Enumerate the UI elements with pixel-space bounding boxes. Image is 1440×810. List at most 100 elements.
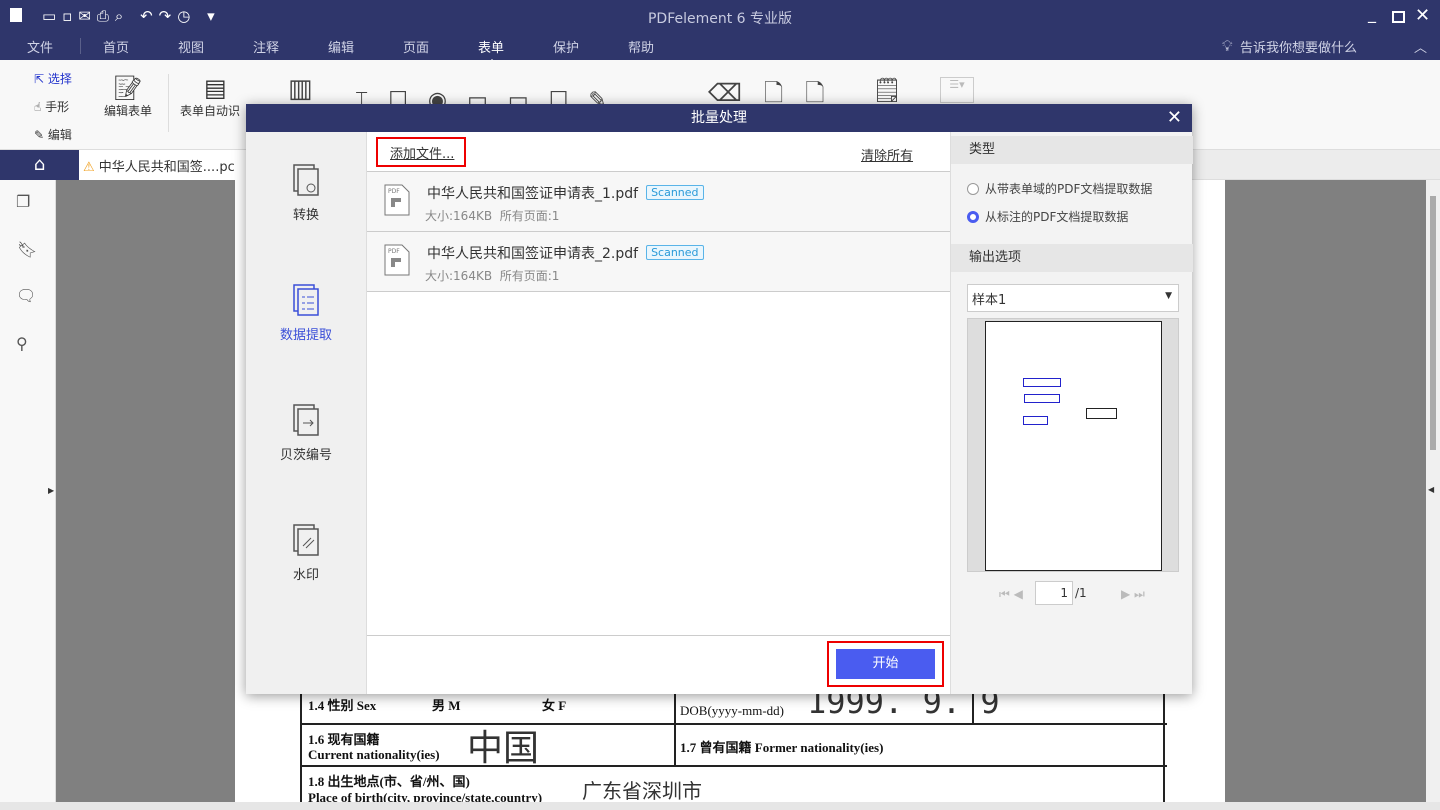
start-button[interactable]: 开始 [836, 649, 935, 679]
nav-convert-label: 转换 [292, 208, 319, 223]
maximize-button[interactable] [1392, 11, 1405, 23]
pdf-file-icon: PDF [384, 244, 410, 276]
hand-icon: ☝ [34, 100, 42, 114]
menu-protect[interactable]: 保护 [553, 37, 579, 56]
file-list-toolbar: 添加文件... 清除所有 [367, 132, 951, 172]
menu-home[interactable]: 首页 [103, 37, 129, 56]
edit-label: 编辑 [47, 128, 72, 142]
add-files-highlight: 添加文件... [376, 137, 467, 167]
menu-comment[interactable]: 注释 [253, 37, 279, 56]
document-tab-label: 中华人民共和国签....pc [98, 160, 235, 175]
expand-sidebar-icon[interactable]: ▶ [48, 486, 54, 495]
file-size: 大小:164KB [425, 209, 493, 223]
dialog-close-button[interactable]: ✕ [1167, 104, 1182, 132]
collapse-ribbon-icon[interactable]: ︿ [1414, 37, 1427, 56]
form-male-option: 男 M [432, 698, 461, 713]
page-current: 1 [1060, 586, 1068, 600]
template-select[interactable]: 样本1 ▼ [967, 284, 1179, 312]
page-total: /1 [1075, 586, 1087, 600]
form-birth-cn: 1.8 出生地点(市、省/州、国) [308, 774, 470, 789]
hand-label: 手形 [45, 100, 70, 114]
data-extract-icon[interactable]: 🗒︎ [872, 76, 902, 104]
dialog-header: 批量处理 ✕ [246, 104, 1192, 132]
radio-form-fields-label: 从带表单域的PDF文档提取数据 [985, 182, 1153, 196]
select-label: 选择 [47, 72, 72, 86]
menu-file[interactable]: 文件 [27, 37, 53, 56]
home-icon: ⌂ [33, 154, 46, 175]
dialog-title: 批量处理 [691, 110, 747, 126]
minimize-button[interactable]: _ [1368, 4, 1376, 23]
close-window-button[interactable]: ✕ [1415, 5, 1430, 26]
comment-icon[interactable]: 🗨︎ [16, 286, 36, 305]
form-birth-value: 广东省深圳市 [582, 781, 702, 803]
bookmark-icon[interactable]: 🔖︎ [17, 240, 37, 259]
file-name: 中华人民共和国签证申请表_1.pdf [427, 186, 639, 202]
file-item[interactable]: PDF 中华人民共和国签证申请表_1.pdf Scanned 大小:164KB 所… [367, 172, 951, 232]
menu-page[interactable]: 页面 [403, 37, 429, 56]
nav-data-extract[interactable]: 数据提取 [246, 284, 366, 343]
file-pages: 所有页面:1 [499, 269, 560, 283]
left-sidebar: ❐ 🔖︎ 🗨︎ ⚲ ▶ [0, 180, 56, 810]
last-page-button[interactable]: ▶ ⏭ [1121, 587, 1145, 602]
expand-right-panel-icon[interactable]: ◀ [1428, 485, 1434, 494]
auto-form-icon: ▤ [204, 74, 227, 102]
scrollbar-thumb[interactable] [1430, 196, 1436, 450]
nav-data-extract-label: 数据提取 [279, 328, 332, 343]
menu-bar: 文件 首页 视图 注释 编辑 页面 表单 保护 帮助 💡︎ 告诉我你想要做什么 … [0, 32, 1440, 64]
pdf-file-icon: PDF [384, 184, 410, 216]
edit-icon: ✎ [34, 128, 45, 142]
nav-bates[interactable]: 贝茨编号 [246, 404, 366, 463]
menu-help[interactable]: 帮助 [628, 37, 654, 56]
nav-bates-label: 贝茨编号 [279, 448, 332, 463]
form-table: 1.4 性别 Sex 男 M 女 F DOB(yyyy-mm-dd) 1999.… [300, 683, 1167, 805]
pages-icon[interactable]: ❐ [16, 192, 30, 211]
add-files-link[interactable]: 添加文件... [390, 147, 454, 162]
document-tab[interactable]: ⚠ 中华人民共和国签....pc [79, 150, 249, 180]
scanned-badge: Scanned [646, 245, 704, 260]
hand-tool[interactable]: ☝ 手形 [34, 98, 69, 115]
bates-icon [293, 404, 319, 436]
radio-off-icon [967, 183, 979, 195]
menu-view[interactable]: 视图 [178, 37, 204, 56]
radio-on-icon [967, 211, 979, 223]
menu-edit[interactable]: 编辑 [328, 37, 354, 56]
tell-me-search[interactable]: 告诉我你想要做什么 [1240, 37, 1357, 56]
edit-form-button[interactable]: 📝︎ 编辑表单 [100, 74, 156, 119]
nav-watermark-label: 水印 [292, 568, 319, 583]
nav-watermark[interactable]: 水印 [246, 524, 366, 583]
dialog-nav: 转换 数据提取 贝茨编号 水印 [246, 132, 374, 694]
file-pages: 所有页面:1 [499, 209, 560, 223]
first-page-button[interactable]: ⏮ ◀ [999, 587, 1023, 602]
auto-form-button[interactable]: ▤ 表单自动识 [180, 74, 240, 119]
home-tab[interactable]: ⌂ [0, 150, 79, 180]
vertical-scrollbar[interactable]: ◀ [1426, 180, 1440, 802]
clear-all-link[interactable]: 清除所有 [861, 145, 913, 164]
page-number-input[interactable]: 1 [1035, 581, 1073, 605]
file-list-panel: 添加文件... 清除所有 PDF 中华人民共和国签证申请表_1.pdf Scann… [366, 132, 951, 694]
file-name: 中华人民共和国签证申请表_2.pdf [427, 246, 639, 262]
radio-form-fields[interactable]: 从带表单域的PDF文档提取数据 [967, 180, 1152, 197]
watermark-icon [293, 524, 319, 556]
nav-convert[interactable]: 转换 [246, 164, 366, 223]
type-section-header: 类型 [951, 136, 1193, 164]
chart-icon[interactable]: ▥ [288, 74, 313, 104]
radio-annotated[interactable]: 从标注的PDF文档提取数据 [967, 208, 1128, 225]
select-tool[interactable]: ⇱ 选择 [34, 70, 72, 87]
batch-process-dialog: 批量处理 ✕ 转换 数据提取 贝茨编号 水印 添加文件... 清除所有 PDF … [246, 104, 1193, 694]
form-former-nationality: 1.7 曾有国籍 Former nationality(ies) [680, 740, 884, 755]
search-icon[interactable]: ⚲ [16, 334, 28, 353]
preview-page [985, 321, 1162, 571]
output-section-header: 输出选项 [951, 244, 1193, 272]
edit-tool[interactable]: ✎ 编辑 [34, 126, 72, 143]
form-nationality-value: 中国 [467, 728, 540, 768]
start-highlight: 开始 [827, 641, 944, 687]
file-item[interactable]: PDF 中华人民共和国签证申请表_2.pdf Scanned 大小:164KB 所… [367, 232, 951, 292]
data-extract-icon [293, 284, 319, 316]
bottom-bar [0, 802, 1440, 810]
scanned-badge: Scanned [646, 185, 704, 200]
lightbulb-icon: 💡︎ [1222, 37, 1233, 55]
title-bar: ▭▫✉⎙⌕ ↶↷◷ ▾ PDFelement 6 专业版 _ ✕ [0, 0, 1440, 32]
align-dropdown[interactable]: ☰▾ [940, 77, 974, 103]
edit-form-icon: 📝︎ [112, 74, 144, 102]
options-panel: 类型 从带表单域的PDF文档提取数据 从标注的PDF文档提取数据 输出选项 样本… [950, 132, 1193, 694]
